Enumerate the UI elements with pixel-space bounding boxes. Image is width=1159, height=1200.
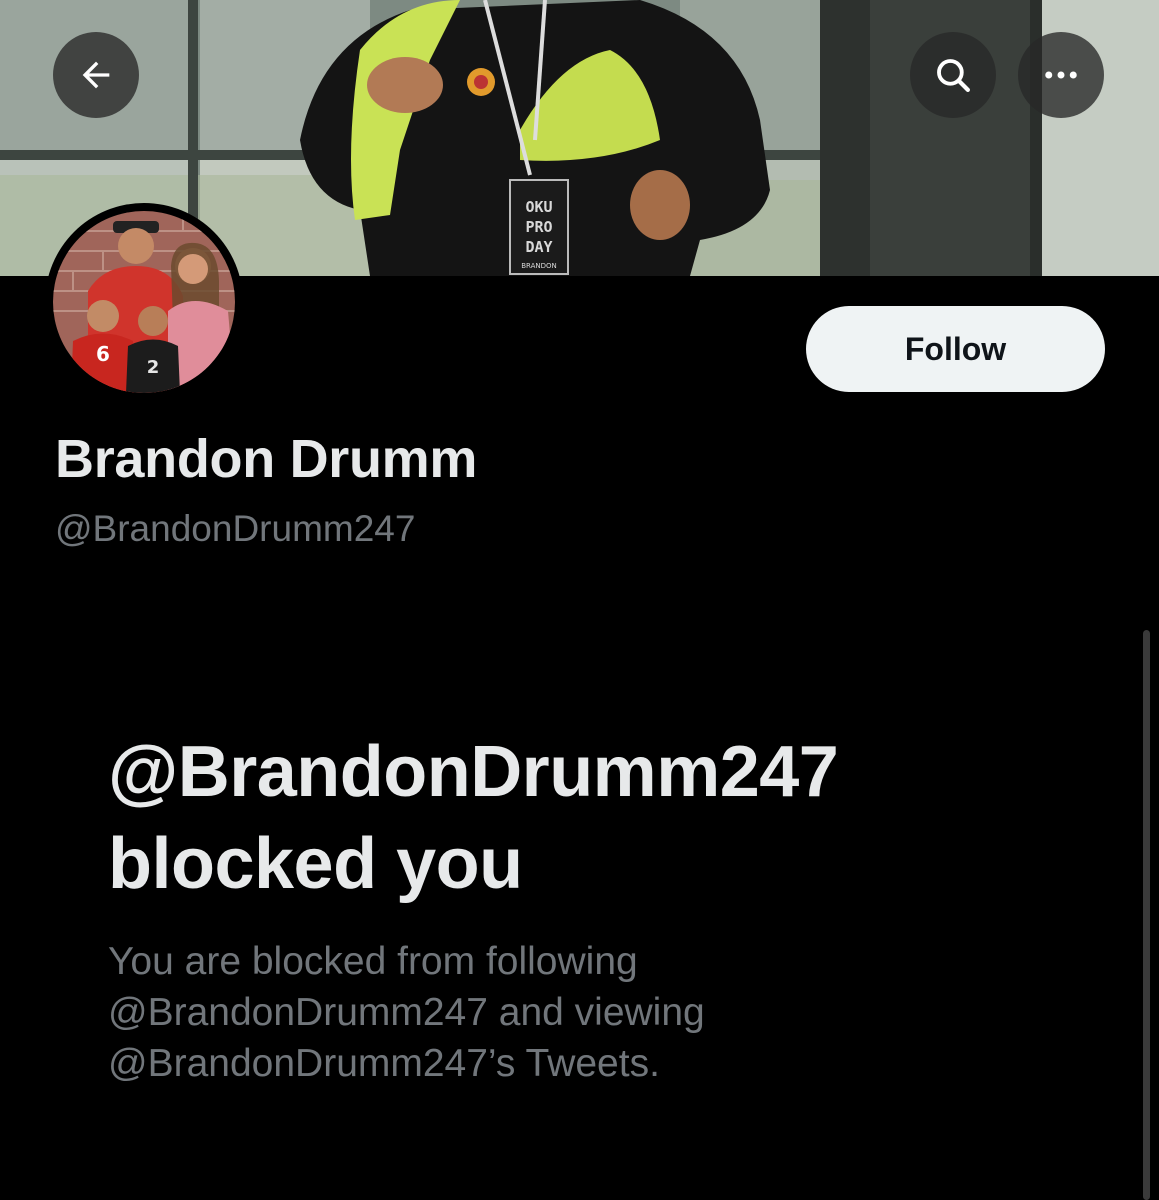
user-handle: @BrandonDrumm247 <box>55 508 416 549</box>
avatar-photo: 6 2 <box>53 211 235 393</box>
back-button[interactable] <box>53 32 139 118</box>
blocked-title-line: blocked you <box>108 824 523 904</box>
blocked-description-line: @BrandonDrumm247’s Tweets. <box>108 1042 660 1085</box>
svg-text:OKU: OKU <box>525 198 552 216</box>
follow-button[interactable]: Follow <box>806 306 1105 392</box>
more-button[interactable] <box>1018 32 1104 118</box>
svg-text:PRO: PRO <box>525 218 552 236</box>
blocked-description: You are blocked from following @BrandonD… <box>108 936 928 1089</box>
blocked-title-line: @BrandonDrumm247 <box>108 732 839 812</box>
display-name: Brandon Drumm <box>55 429 478 489</box>
svg-text:6: 6 <box>96 342 110 366</box>
search-button[interactable] <box>910 32 996 118</box>
blocked-title: @BrandonDrumm247 blocked you <box>108 726 1068 910</box>
arrow-left-icon <box>82 61 110 89</box>
svg-text:2: 2 <box>147 357 160 378</box>
avatar[interactable]: 6 2 <box>45 203 243 401</box>
search-icon <box>937 59 970 92</box>
svg-text:BRANDON: BRANDON <box>521 262 557 270</box>
blocked-description-line: @BrandonDrumm247 and viewing <box>108 991 705 1034</box>
scrollbar[interactable] <box>1143 630 1150 1200</box>
blocked-description-line: You are blocked from following <box>108 940 638 983</box>
more-horizontal-icon <box>1045 71 1077 79</box>
svg-text:DAY: DAY <box>525 238 552 256</box>
